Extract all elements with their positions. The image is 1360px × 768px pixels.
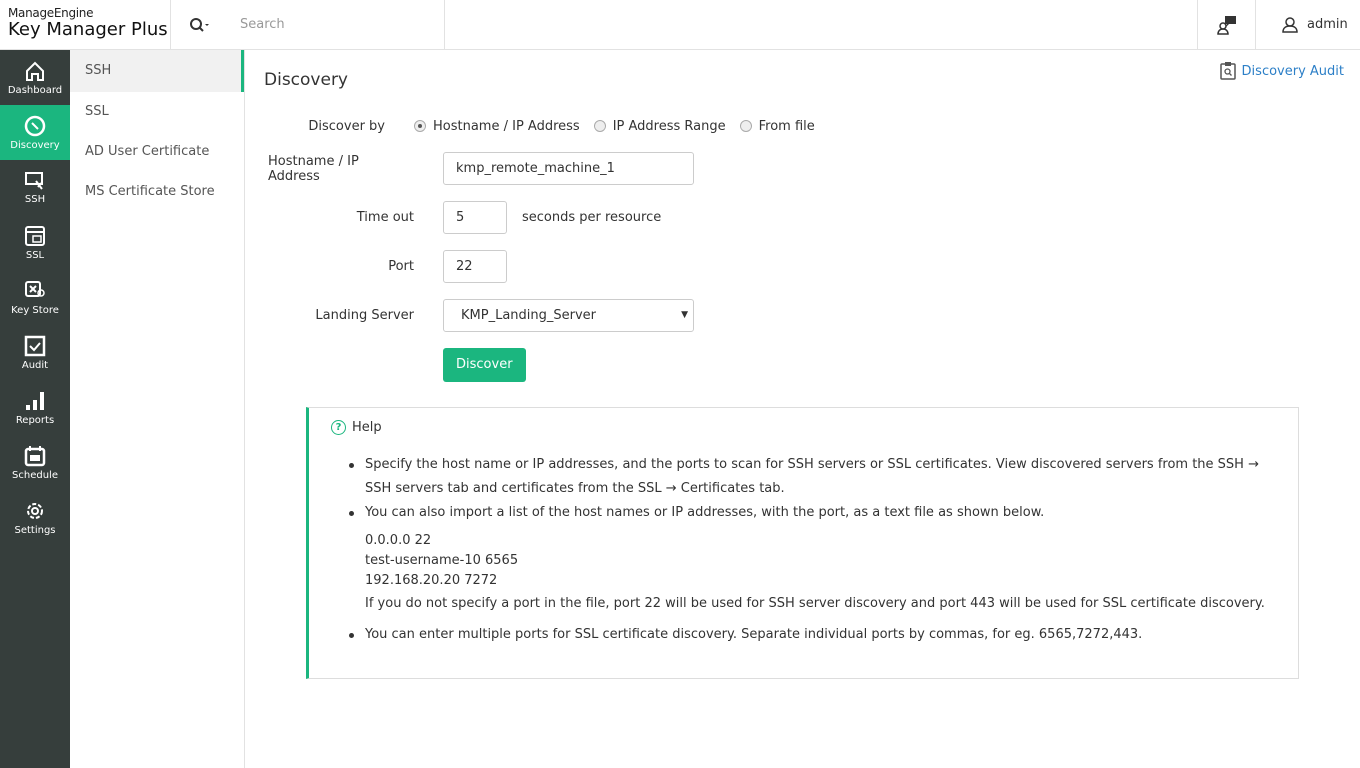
help-icon: ?	[331, 420, 346, 435]
help-note: If you do not specify a port in the file…	[365, 596, 1265, 611]
nav-settings[interactable]: Settings	[0, 490, 70, 545]
notification-icon	[1216, 15, 1236, 35]
landing-server-label: Landing Server	[315, 308, 414, 323]
help-item: Specify the host name or IP addresses, a…	[347, 453, 1287, 501]
help-item: You can enter multiple ports for SSL cer…	[347, 623, 1287, 647]
help-example: 0.0.0.0 22 test-username-10 6565 192.168…	[347, 531, 1287, 617]
certificate-icon	[25, 225, 45, 246]
home-icon	[26, 61, 44, 81]
nav-label: Discovery	[10, 139, 60, 151]
calendar-icon	[24, 445, 46, 466]
brand-product: Key Manager Plus	[8, 19, 168, 40]
subnav-ssh[interactable]: SSH	[70, 50, 244, 92]
audit-icon	[24, 335, 46, 356]
page-title: Discovery	[264, 70, 348, 90]
user-menu[interactable]: admin	[1282, 0, 1348, 49]
top-bar: ManageEngine Key Manager Plus Search adm…	[0, 0, 1360, 50]
sidebar: Dashboard Discovery SSH SSL Key Store Au…	[0, 50, 70, 768]
main-content: Discovery Discovery Audit Discover by Ho…	[246, 50, 1360, 768]
example-line: 0.0.0.0 22	[365, 533, 432, 548]
announcements-button[interactable]	[1197, 0, 1256, 49]
radio-hostname[interactable]: Hostname / IP Address	[414, 119, 580, 134]
timeout-label: Time out	[356, 210, 414, 225]
username: admin	[1307, 17, 1348, 32]
radio-button[interactable]	[739, 120, 752, 132]
discovery-audit-label: Discovery Audit	[1241, 63, 1344, 79]
subnav-ssl[interactable]: SSL	[70, 92, 244, 132]
nav-ssh[interactable]: SSH	[0, 160, 70, 215]
radio-label: IP Address Range	[612, 118, 726, 134]
search-type-button[interactable]	[170, 0, 226, 49]
radio-label: Hostname / IP Address	[433, 118, 580, 134]
example-line: 192.168.20.20 7272	[365, 573, 498, 588]
radio-from-file[interactable]: From file	[739, 118, 815, 134]
clipboard-search-icon	[1219, 62, 1236, 80]
landing-server-value: KMP_Landing_Server	[461, 308, 597, 323]
help-item: You can also import a list of the host n…	[347, 501, 1287, 525]
discover-button[interactable]: Discover	[443, 348, 526, 382]
nav-label: Schedule	[12, 469, 58, 481]
nav-audit[interactable]: Audit	[0, 325, 70, 380]
discover-by-label: Discover by	[308, 118, 385, 134]
nav-label: Audit	[21, 359, 49, 371]
landing-server-select[interactable]: KMP_Landing_Server ▼	[443, 299, 694, 332]
brand-vendor: ManageEngine	[8, 6, 94, 20]
gear-icon	[27, 502, 43, 519]
nav-ssl[interactable]: SSL	[0, 215, 70, 270]
radio-label: From file	[758, 118, 815, 134]
nav-discovery[interactable]: Discovery	[0, 105, 70, 160]
port-input[interactable]: 22	[443, 250, 507, 283]
help-panel: ? Help Specify the host name or IP addres…	[306, 407, 1299, 679]
subnav-ms-certificate-store[interactable]: MS Certificate Store	[70, 172, 244, 212]
user-icon	[1282, 16, 1298, 33]
key-icon	[25, 280, 45, 297]
compass-icon	[24, 115, 46, 136]
radio-button-selected[interactable]	[414, 120, 426, 132]
sub-navigation: SSH SSL AD User Certificate MS Certifica…	[70, 50, 245, 768]
nav-label: Settings	[14, 524, 56, 536]
logo[interactable]: ManageEngine Key Manager Plus	[8, 6, 168, 40]
example-line: test-username-10 6565	[365, 553, 519, 568]
port-label: Port	[388, 259, 414, 274]
discovery-audit-link[interactable]: Discovery Audit	[1219, 62, 1344, 80]
radio-ip-range[interactable]: IP Address Range	[593, 118, 726, 134]
search-icon	[189, 17, 209, 32]
nav-label: Key Store	[11, 304, 59, 316]
nav-key-store[interactable]: Key Store	[0, 270, 70, 325]
nav-dashboard[interactable]: Dashboard	[0, 50, 70, 105]
hostname-label: Hostname / IP Address	[268, 153, 359, 184]
nav-label: Dashboard	[7, 84, 63, 96]
timeout-suffix: seconds per resource	[522, 210, 662, 225]
nav-reports[interactable]: Reports	[0, 380, 70, 435]
subnav-ad-user-certificate[interactable]: AD User Certificate	[70, 132, 244, 172]
search-input[interactable]: Search	[226, 0, 445, 49]
help-title: Help	[352, 420, 382, 435]
dropdown-arrow-icon: ▼	[681, 310, 688, 320]
nav-schedule[interactable]: Schedule	[0, 435, 70, 490]
radio-button[interactable]	[593, 120, 606, 132]
nav-label: Reports	[15, 414, 55, 426]
bar-chart-icon	[26, 391, 44, 410]
nav-label: SSL	[25, 249, 45, 261]
timeout-input[interactable]: 5	[443, 201, 507, 234]
hostname-input[interactable]: kmp_remote_machine_1	[443, 152, 694, 185]
nav-label: SSH	[24, 193, 46, 205]
ssh-icon	[25, 171, 43, 190]
